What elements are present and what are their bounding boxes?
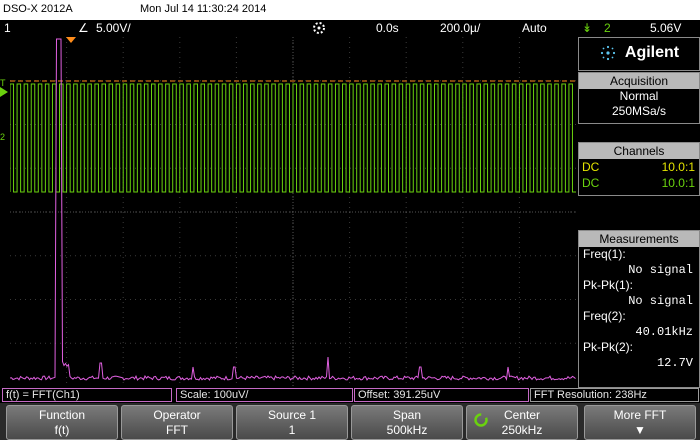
meas-value: 12.7V [656,356,693,370]
channel-1-row: DC 10.0:1 [579,159,699,175]
channel-2-coupling: DC [582,176,600,190]
span-softkey[interactable]: Span 500kHz [351,405,463,440]
acquisition-mode: Normal [619,89,659,103]
fft-source: f(t) = FFT(Ch1) [2,388,172,402]
more-fft-softkey[interactable]: More FFT ▼ [584,405,696,440]
softkey-title: Operator [153,408,201,422]
meas-label: Pk-Pk(2): [583,340,634,354]
meas-value: No signal [628,294,693,308]
waveform-display[interactable] [9,37,576,387]
brand-box: Agilent [578,37,700,71]
softkey-value: 500kHz [386,423,428,437]
softkey-title: More FFT [613,408,667,422]
ch2-waveform [9,83,576,193]
channels-title: Channels [579,143,699,159]
meas-value: No signal [628,263,693,277]
source-softkey[interactable]: Source 1 1 [236,405,348,440]
acquisition-title: Acquisition [579,73,699,89]
fft-scale: Scale: 100uV/ [176,388,353,402]
channel-2-row: DC 10.0:1 [579,175,699,191]
sample-rate: 250MSa/s [611,104,667,118]
center-softkey[interactable]: Center 250kHz [466,405,578,440]
agilent-logo-icon [600,45,615,61]
ch1-scale[interactable]: 5.00V/ [96,21,131,35]
channel-1-coupling: DC [582,160,600,174]
trigger-source[interactable]: 2 [604,21,611,35]
softkey-value: f(t) [54,423,70,437]
cycle-icon [474,413,488,427]
softkey-bar: Function f(t) Operator FFT Source 1 1 Sp… [0,403,700,440]
side-panel: Agilent Acquisition Normal 250MSa/s Chan… [578,37,700,388]
trigger-mode[interactable]: Auto [522,21,547,35]
meas-label: Freq(2): [583,309,626,323]
time-scale[interactable]: 200.0µ/ [440,21,480,35]
acquisition-box[interactable]: Acquisition Normal 250MSa/s [578,72,700,124]
channel-1-probe: 10.0:1 [661,160,695,174]
fft-offset: Offset: 391.25uV [354,388,529,402]
channel-2-probe: 10.0:1 [661,176,695,190]
fft-resolution: FFT Resolution: 238Hz [530,388,699,402]
softkey-title: Function [38,408,86,422]
function-softkey[interactable]: Function f(t) [6,405,118,440]
meas-label: Freq(1): [583,247,626,261]
softkey-value: 1 [288,423,296,437]
measurements-title: Measurements [579,231,699,247]
channels-box[interactable]: Channels DC 10.0:1 DC 10.0:1 [578,142,700,196]
status-bar: DSO-X 2012A Mon Jul 14 11:30:24 2014 [0,0,700,20]
coupling-icon: ∠ [78,21,89,35]
ch2-offset-marker: 2 [0,132,6,142]
settings-icon[interactable] [312,21,326,38]
time-delay[interactable]: 0.0s [376,21,399,35]
operator-softkey[interactable]: Operator FFT [121,405,233,440]
meas-value: 40.01kHz [635,325,693,339]
waveform-graticule [9,37,576,387]
fft-info-bar: f(t) = FFT(Ch1) Scale: 100uV/ Offset: 39… [0,388,700,402]
arrow-down-icon: ▼ [634,423,646,437]
softkey-value: FFT [166,423,188,437]
datetime: Mon Jul 14 11:30:24 2014 [140,3,267,15]
trigger-level[interactable]: 5.06V [650,21,681,35]
softkey-title: Span [392,408,422,422]
softkey-title: Source 1 [267,408,317,422]
ch1-number[interactable]: 1 [4,21,11,35]
meas-label: Pk-Pk(1): [583,278,634,292]
ch2-ref-arrow [0,87,8,97]
trigger-edge-icon: ↡ [582,21,593,35]
channel-bar: 1 ∠ 5.00V/ 0.0s 200.0µ/ Auto ↡ 2 5.06V [0,20,700,37]
brand-name: Agilent [624,44,680,61]
model-name: DSO-X 2012A [3,3,73,15]
measurements-box[interactable]: Measurements Freq(1): No signal Pk-Pk(1)… [578,230,700,388]
